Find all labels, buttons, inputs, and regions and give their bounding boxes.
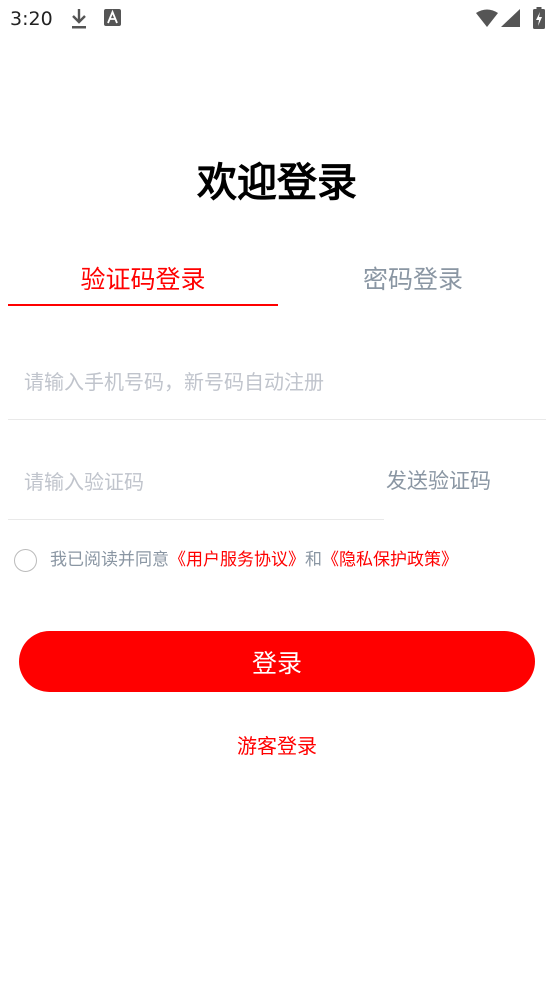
login-screen: 3:20 欢迎登录 验证码登录 密码登录 发送验证码 我已阅读并同意《用户服务协… [0,0,554,984]
status-time: 3:20 [10,8,53,30]
code-divider [8,519,384,520]
privacy-policy-link[interactable]: 《隐私保护政策》 [322,550,458,570]
login-button[interactable]: 登录 [19,631,535,692]
phone-input[interactable] [8,357,538,407]
a-notification-icon [104,9,121,26]
page-title: 欢迎登录 [197,160,357,206]
verification-code-input[interactable] [8,457,378,507]
battery-charging-icon [533,7,545,29]
send-code-button[interactable]: 发送验证码 [386,465,491,495]
tab-sms-login[interactable]: 验证码登录 [8,262,278,306]
signal-icon [501,9,520,27]
agreement-checkbox[interactable] [14,549,37,572]
phone-divider [8,419,546,420]
agreement-conjunction: 和 [305,550,322,570]
status-bar: 3:20 [0,0,554,38]
agreement-prefix: 我已阅读并同意 [50,550,169,570]
tab-password-login[interactable]: 密码登录 [278,262,548,306]
user-agreement-link[interactable]: 《用户服务协议》 [169,550,305,570]
download-icon [72,9,86,29]
guest-login-link[interactable]: 游客登录 [0,730,554,759]
wifi-icon [476,9,498,27]
agreement-text: 我已阅读并同意《用户服务协议》和《隐私保护政策》 [50,547,458,573]
